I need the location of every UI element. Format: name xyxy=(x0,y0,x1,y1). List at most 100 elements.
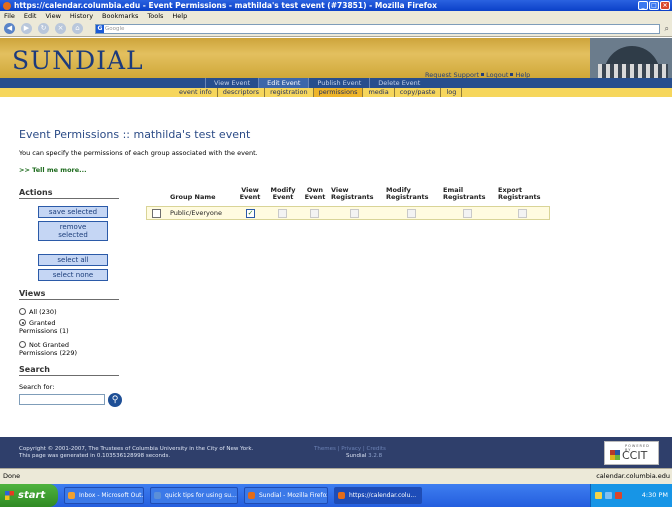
tell-me-more-link[interactable]: >> Tell me more... xyxy=(19,166,87,174)
perm-export-registrants-checkbox[interactable] xyxy=(518,209,527,218)
footer-links: Themes | Privacy | Credits xyxy=(314,446,386,452)
home-icon[interactable]: ⌂ xyxy=(72,23,83,34)
perm-view-event-checkbox[interactable]: ✓ xyxy=(246,209,255,218)
divider xyxy=(19,198,119,199)
search-field[interactable] xyxy=(19,394,105,405)
tray-icon[interactable] xyxy=(605,492,612,499)
privacy-link[interactable]: Privacy xyxy=(341,446,361,452)
close-icon[interactable]: × xyxy=(660,1,670,10)
subtab-copy-paste[interactable]: copy/paste xyxy=(395,88,442,97)
maximize-icon[interactable]: □ xyxy=(649,1,659,10)
select-all-button[interactable]: select all xyxy=(38,254,108,266)
column-group-name: Group Name xyxy=(170,193,216,201)
group-name: Public/Everyone xyxy=(170,209,222,217)
view-not-granted-radio[interactable]: Not Granted Permissions (229) xyxy=(19,341,77,357)
google-icon: G xyxy=(96,25,104,33)
tab-view-event[interactable]: View Event xyxy=(205,78,258,88)
tray-icon[interactable] xyxy=(615,492,622,499)
header-photo xyxy=(590,38,672,78)
radio-icon[interactable] xyxy=(19,308,26,315)
window-title: https://calendar.columbia.edu - Event Pe… xyxy=(14,1,437,10)
window-titlebar: https://calendar.columbia.edu - Event Pe… xyxy=(0,0,672,11)
select-none-button[interactable]: select none xyxy=(38,269,108,281)
site-header: SUNDIAL Request Support Logout Help xyxy=(0,38,672,79)
tab-publish-event[interactable]: Publish Event xyxy=(308,78,369,88)
page-title: Event Permissions :: mathilda's test eve… xyxy=(19,128,251,141)
row-select-checkbox[interactable] xyxy=(152,209,161,218)
column-view-event: View Event xyxy=(239,186,261,201)
tab-edit-event[interactable]: Edit Event xyxy=(258,78,309,88)
column-modify-registrants: Modify Registrants xyxy=(386,186,429,201)
status-text: Done xyxy=(3,472,21,480)
search-placeholder: Google xyxy=(105,26,125,32)
system-tray: 4:30 PM xyxy=(590,484,672,507)
intro-text: You can specify the permissions of each … xyxy=(19,149,258,157)
search-heading: Search xyxy=(19,365,50,374)
column-export-registrants: Export Registrants xyxy=(498,186,541,201)
menu-help[interactable]: Help xyxy=(172,11,187,21)
menu-view[interactable]: View xyxy=(45,11,60,21)
view-all-radio[interactable]: All (230) xyxy=(19,308,57,316)
tab-delete-event[interactable]: Delete Event xyxy=(369,78,428,88)
column-own-event: Own Event xyxy=(304,186,326,201)
subtab-log[interactable]: log xyxy=(441,88,463,97)
subtab-permissions[interactable]: permissions xyxy=(313,88,364,97)
themes-link[interactable]: Themes xyxy=(314,446,336,452)
divider xyxy=(19,375,119,376)
radio-selected-icon[interactable] xyxy=(19,319,26,326)
radio-icon[interactable] xyxy=(19,341,26,348)
clock: 4:30 PM xyxy=(641,491,668,499)
tray-icon[interactable] xyxy=(595,492,602,499)
app-version: Sundial 3.2.8 xyxy=(346,453,383,459)
menu-tools[interactable]: Tools xyxy=(147,11,163,21)
back-icon[interactable]: ◀ xyxy=(4,23,15,34)
actions-heading: Actions xyxy=(19,188,53,197)
menu-history[interactable]: History xyxy=(70,11,93,21)
search-input[interactable]: G Google xyxy=(95,24,660,34)
perm-modify-event-checkbox[interactable] xyxy=(278,209,287,218)
page-footer: Copyright © 2001-2007, The Trustees of C… xyxy=(0,437,672,468)
search-button[interactable]: ⚲ xyxy=(108,393,122,407)
main-content: Event Permissions :: mathilda's test eve… xyxy=(0,97,672,437)
subtab-event-info[interactable]: event info xyxy=(174,88,218,97)
perm-own-event-checkbox[interactable] xyxy=(310,209,319,218)
save-selected-button[interactable]: save selected xyxy=(38,206,108,218)
search-icon: ⚲ xyxy=(111,395,119,405)
subtab-registration[interactable]: registration xyxy=(265,88,314,97)
task-calendar-firefox[interactable]: https://calendar.colu... xyxy=(334,487,422,504)
perm-modify-registrants-checkbox[interactable] xyxy=(407,209,416,218)
perm-email-registrants-checkbox[interactable] xyxy=(463,209,472,218)
ccit-logo[interactable]: POWERED BY CCIT xyxy=(604,441,659,465)
remove-selected-label-1: remove xyxy=(59,223,87,231)
menu-file[interactable]: File xyxy=(4,11,15,21)
remove-selected-button[interactable]: remove selected xyxy=(38,221,108,241)
stop-icon[interactable]: × xyxy=(55,23,66,34)
magnifier-icon[interactable]: ⌕ xyxy=(665,24,669,34)
view-granted-radio[interactable]: Granted Permissions (1) xyxy=(19,319,69,335)
sundial-logo[interactable]: SUNDIAL xyxy=(12,46,144,75)
search-label: Search for: xyxy=(19,383,55,391)
forward-icon[interactable]: ▶ xyxy=(21,23,32,34)
generated-time-text: This page was generated in 0.10353612899… xyxy=(19,453,171,459)
navigation-toolbar: ◀ ▶ ↻ × ⌂ G Google xyxy=(0,21,672,37)
window-controls: _ □ × xyxy=(638,1,670,10)
start-button[interactable]: start xyxy=(0,484,58,507)
main-tabs: View Event Edit Event Publish Event Dele… xyxy=(0,78,672,88)
perm-view-registrants-checkbox[interactable] xyxy=(350,209,359,218)
windows-taskbar: start Inbox - Microsoft Out... quick tip… xyxy=(0,484,672,507)
firefox-icon xyxy=(3,2,11,10)
task-sundial-firefox[interactable]: Sundial - Mozilla Firefox xyxy=(244,487,328,504)
subtab-media[interactable]: media xyxy=(363,88,395,97)
minimize-icon[interactable]: _ xyxy=(638,1,648,10)
task-outlook[interactable]: Inbox - Microsoft Out... xyxy=(64,487,144,504)
credits-link[interactable]: Credits xyxy=(366,446,385,452)
menu-edit[interactable]: Edit xyxy=(24,11,37,21)
status-domain: calendar.columbia.edu xyxy=(596,472,670,480)
column-modify-event: Modify Event xyxy=(270,186,296,201)
subtab-descriptors[interactable]: descriptors xyxy=(218,88,266,97)
menu-bookmarks[interactable]: Bookmarks xyxy=(102,11,138,21)
reload-icon[interactable]: ↻ xyxy=(38,23,49,34)
divider xyxy=(19,299,119,300)
task-quick-tips[interactable]: quick tips for using su... xyxy=(150,487,238,504)
browser-statusbar: Done calendar.columbia.edu xyxy=(0,468,672,484)
